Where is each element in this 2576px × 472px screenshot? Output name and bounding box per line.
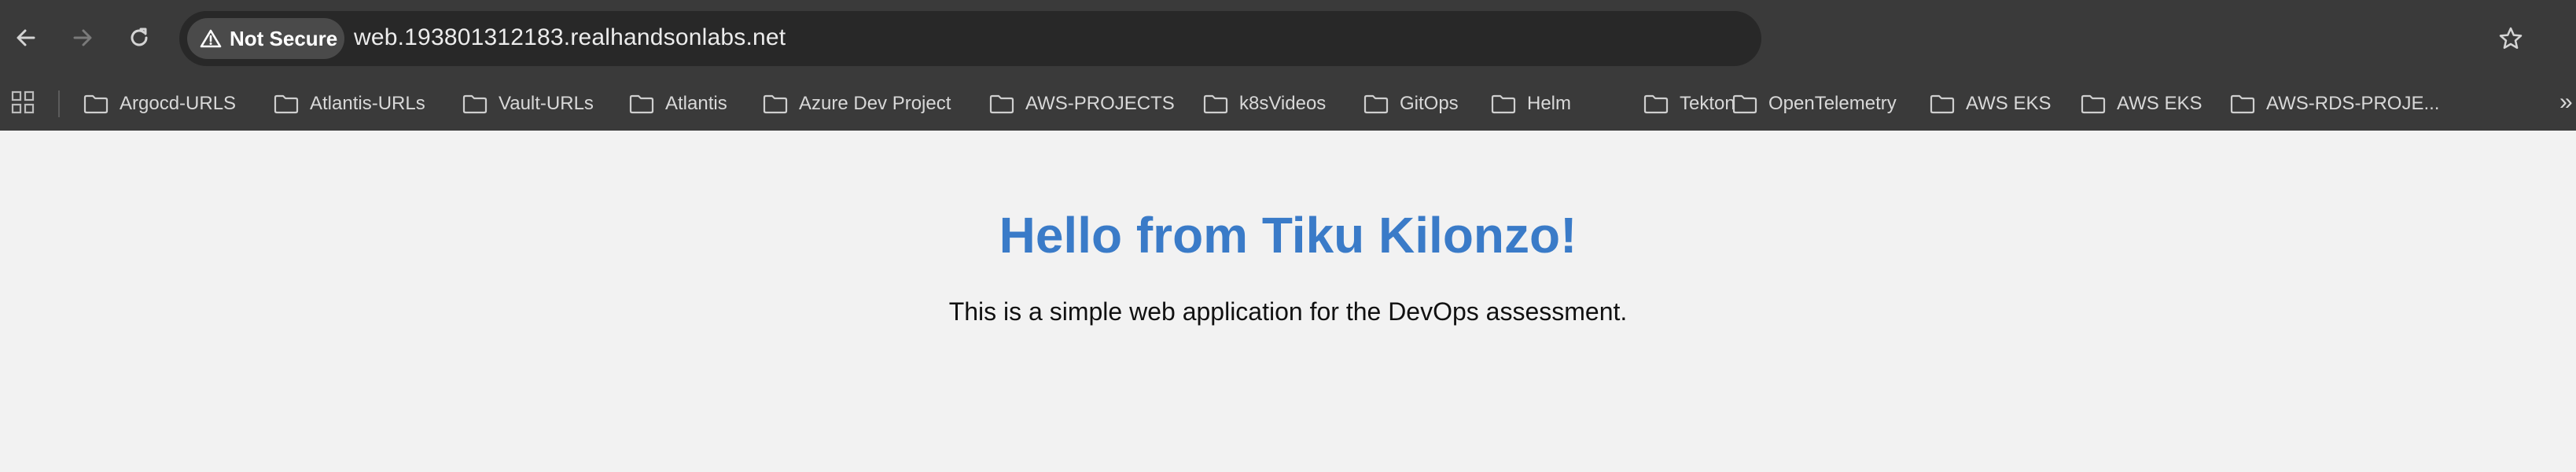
bookmark-star-button[interactable] xyxy=(2495,23,2526,54)
bookmark-item[interactable]: AWS-RDS-PROJE... xyxy=(2230,85,2439,123)
bookmark-label: AWS EKS xyxy=(1966,93,2052,114)
bookmarks-bar: Argocd-URLS Atlantis-URLs Vault-URLs Atlant… xyxy=(0,77,2576,131)
bookmark-label: Helm xyxy=(1527,93,1572,114)
bookmark-label: OpenTelemetry xyxy=(1768,93,1897,114)
bookmark-item[interactable]: AWS EKS xyxy=(1930,85,2051,123)
folder-icon xyxy=(274,94,299,114)
bookmark-label: Tekton xyxy=(1680,93,1735,114)
folder-icon xyxy=(763,94,788,114)
page-heading: Hello from Tiku Kilonzo! xyxy=(999,207,1577,264)
bookmark-label: Vault-URLs xyxy=(499,93,594,114)
bookmark-label: Atlantis xyxy=(665,93,727,114)
bookmark-label: Azure Dev Project xyxy=(799,93,951,114)
url-text[interactable]: web.193801312183.realhandsonlabs.net xyxy=(354,24,786,51)
bookmark-label: AWS EKS xyxy=(2117,93,2202,114)
bookmark-item[interactable]: Argocd-URLS xyxy=(83,85,236,123)
star-icon xyxy=(2499,27,2523,50)
warning-triangle-icon xyxy=(200,28,222,49)
folder-icon xyxy=(1491,94,1516,114)
bookmark-item[interactable]: OpenTelemetry xyxy=(1732,85,1897,123)
bookmark-item[interactable]: GitOps xyxy=(1363,85,1459,123)
folder-icon xyxy=(462,94,488,114)
apps-grid-icon[interactable] xyxy=(11,90,36,116)
forward-button[interactable] xyxy=(64,20,101,56)
browser-toolbar: Not Secure web.193801312183.realhandsonl… xyxy=(0,0,2576,77)
back-button[interactable] xyxy=(8,20,44,56)
bookmark-label: AWS-PROJECTS xyxy=(1025,93,1175,114)
folder-icon xyxy=(83,94,109,114)
bookmark-item[interactable]: Vault-URLs xyxy=(462,85,594,123)
bookmarks-separator xyxy=(58,90,60,117)
bookmark-item[interactable]: Tekton xyxy=(1643,85,1735,123)
back-arrow-icon xyxy=(17,29,35,46)
bookmark-label: GitOps xyxy=(1400,93,1459,114)
folder-icon xyxy=(2230,94,2255,114)
folder-icon xyxy=(1930,94,1955,114)
folder-icon xyxy=(1203,94,1228,114)
folder-icon xyxy=(629,94,654,114)
more-bookmarks-chevron-icon[interactable]: » xyxy=(2559,88,2573,116)
bookmark-item[interactable]: k8sVideos xyxy=(1203,85,1326,123)
bookmark-item[interactable]: Atlantis-URLs xyxy=(274,85,425,123)
bookmark-item[interactable]: Helm xyxy=(1491,85,1571,123)
page-description: This is a simple web application for the… xyxy=(948,297,1628,326)
folder-icon xyxy=(1732,94,1757,114)
folder-icon xyxy=(1363,94,1389,114)
bookmark-label: AWS-RDS-PROJE... xyxy=(2266,93,2440,114)
security-indicator-chip[interactable]: Not Secure xyxy=(187,18,344,59)
address-bar[interactable]: Not Secure web.193801312183.realhandsonl… xyxy=(179,11,1761,66)
security-chip-label: Not Secure xyxy=(230,26,338,50)
bookmark-item[interactable]: AWS-PROJECTS xyxy=(989,85,1175,123)
bookmark-label: Argocd-URLS xyxy=(120,93,237,114)
reload-button[interactable] xyxy=(121,20,157,56)
bookmark-item[interactable]: Atlantis xyxy=(629,85,727,123)
reload-icon xyxy=(131,28,148,46)
folder-icon xyxy=(2081,94,2106,114)
bookmark-item[interactable]: AWS EKS xyxy=(2081,85,2202,123)
page-content: Hello from Tiku Kilonzo! This is a simpl… xyxy=(0,131,2576,472)
bookmark-label: k8sVideos xyxy=(1239,93,1327,114)
forward-arrow-icon xyxy=(73,29,92,46)
folder-icon xyxy=(989,94,1014,114)
bookmark-label: Atlantis-URLs xyxy=(310,93,425,114)
folder-icon xyxy=(1643,94,1669,114)
bookmark-item[interactable]: Azure Dev Project xyxy=(763,85,951,123)
